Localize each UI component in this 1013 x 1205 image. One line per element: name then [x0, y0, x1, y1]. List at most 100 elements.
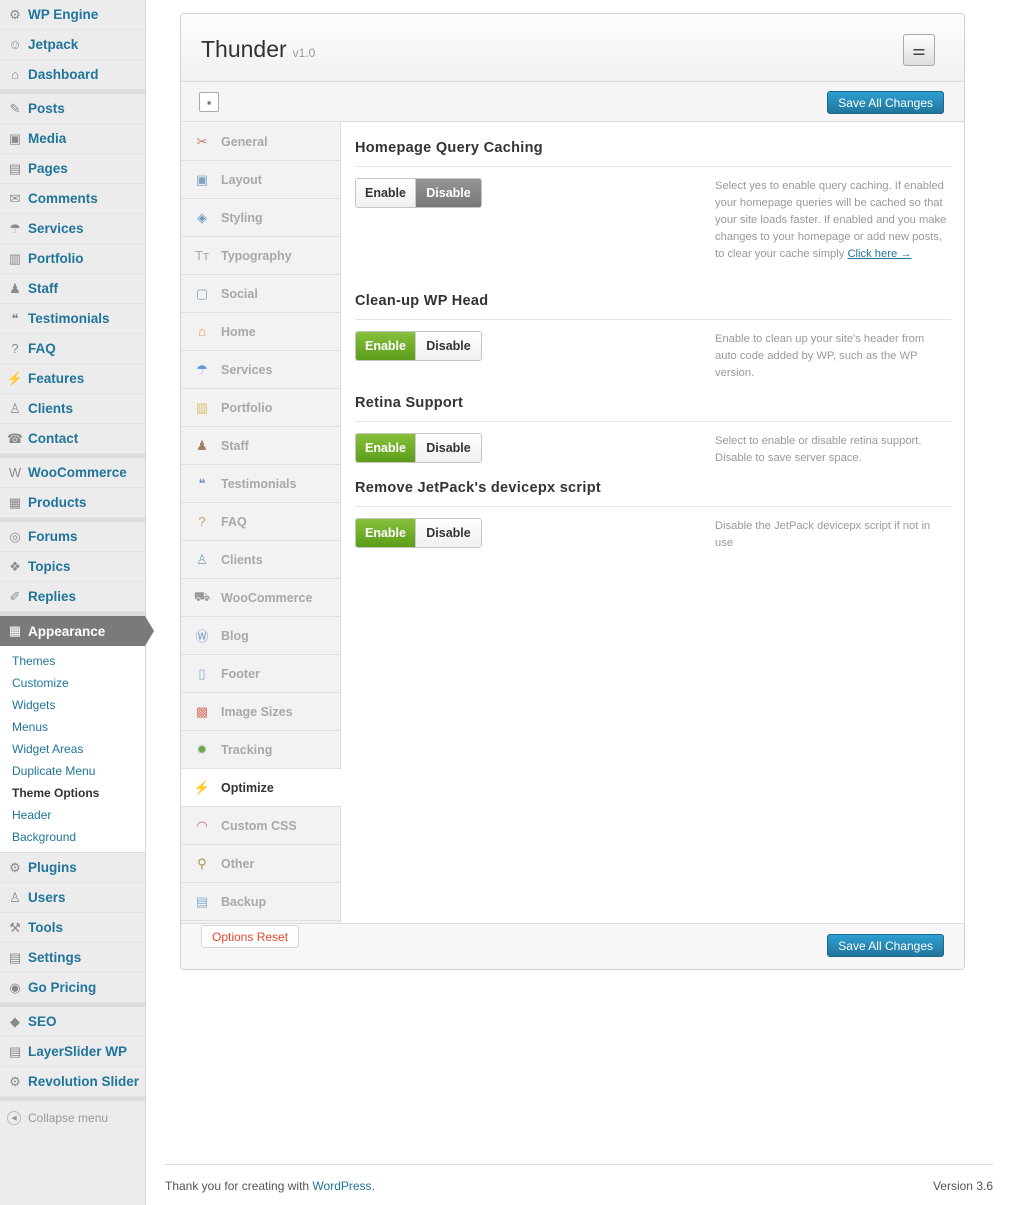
tab-styling[interactable]: ◈ Styling — [181, 199, 340, 237]
menu-item-services[interactable]: ☂ Services — [0, 214, 145, 244]
enable-disable-toggle[interactable]: Enable Disable — [355, 178, 482, 208]
tab-label: General — [221, 134, 268, 149]
tab-portfolio[interactable]: ▥ Portfolio — [181, 389, 340, 427]
disable-button[interactable]: Disable — [416, 434, 481, 462]
menu-item-seo[interactable]: ◆ SEO — [0, 1007, 145, 1037]
menu-item-revolution-slider[interactable]: ⚙ Revolution Slider — [0, 1067, 145, 1097]
tab-optimize[interactable]: ⚡ Optimize — [181, 769, 341, 807]
menu-item-testimonials[interactable]: ❝ Testimonials — [0, 304, 145, 334]
menu-item-portfolio[interactable]: ▥ Portfolio — [0, 244, 145, 274]
menu-item-pages[interactable]: ▤ Pages — [0, 154, 145, 184]
submenu-item-menus[interactable]: Menus — [0, 716, 145, 738]
tab-footer[interactable]: ▯ Footer — [181, 655, 340, 693]
services-icon: ☂ — [9, 220, 21, 236]
menu-item-comments[interactable]: ✉ Comments — [0, 184, 145, 214]
tab-backup[interactable]: ▤ Backup — [181, 883, 340, 921]
collapse-menu-label: Collapse menu — [28, 1111, 109, 1125]
menu-item-appearance[interactable]: ▦ Appearance — [0, 616, 154, 646]
menu-item-media[interactable]: ▣ Media — [0, 124, 145, 154]
enable-button[interactable]: Enable — [356, 519, 416, 547]
menu-item-layerslider-wp[interactable]: ▤ LayerSlider WP — [0, 1037, 145, 1067]
dashboard-icon: ⌂ — [11, 67, 19, 82]
tab-label: Typography — [221, 248, 292, 263]
submenu-item-duplicate-menu[interactable]: Duplicate Menu — [0, 760, 145, 782]
menu-item-posts[interactable]: ✎ Posts — [0, 94, 145, 124]
menu-item-replies[interactable]: ✐ Replies — [0, 582, 145, 612]
enable-disable-toggle[interactable]: Enable Disable — [355, 518, 482, 548]
save-all-changes-button[interactable]: Save All Changes — [827, 91, 944, 114]
tab-layout[interactable]: ▣ Layout — [181, 161, 340, 199]
tab-custom-css[interactable]: ◠ Custom CSS — [181, 807, 340, 845]
menu-item-users[interactable]: ♙ Users — [0, 883, 145, 913]
appearance-submenu: Themes Customize Widgets Menus Widget Areas D… — [0, 646, 145, 853]
disable-button[interactable]: Disable — [416, 519, 481, 547]
wp-version: Version 3.6 — [932, 1179, 993, 1193]
submenu-item-customize[interactable]: Customize — [0, 672, 145, 694]
menu-item-jetpack[interactable]: ☺ Jetpack — [0, 30, 145, 60]
collapse-menu-button[interactable]: ◀ Collapse menu — [0, 1101, 145, 1135]
tools-icon: ⚒ — [9, 919, 21, 935]
submenu-item-background[interactable]: Background — [0, 826, 145, 848]
submenu-item-widgets[interactable]: Widgets — [0, 694, 145, 716]
submenu-item-theme-options[interactable]: Theme Options — [0, 782, 145, 804]
enable-button[interactable]: Enable — [356, 179, 416, 207]
menu-item-dashboard[interactable]: ⌂ Dashboard — [0, 60, 145, 90]
menu-item-topics[interactable]: ❖ Topics — [0, 552, 145, 582]
menu-item-faq[interactable]: ? FAQ — [0, 334, 145, 364]
portfolio-icon: ▥ — [195, 399, 209, 415]
options-reset-button[interactable]: Options Reset — [201, 925, 300, 948]
tab-woocommerce[interactable]: ⛟ WooCommerce — [181, 579, 340, 617]
woocommerce-icon: ⛟ — [193, 588, 211, 604]
tab-tracking[interactable]: ✹ Tracking — [181, 731, 340, 769]
submenu-item-header[interactable]: Header — [0, 804, 145, 826]
theme-version: v1.0 — [292, 46, 316, 60]
seo-icon: ◆ — [10, 1013, 20, 1029]
tab-image-sizes[interactable]: ▩ Image Sizes — [181, 693, 340, 731]
tab-clients[interactable]: ♙ Clients — [181, 541, 340, 579]
menu-item-staff[interactable]: ♟ Staff — [0, 274, 145, 304]
tab-faq[interactable]: ? FAQ — [181, 503, 340, 541]
option-title: Retina Support — [355, 395, 951, 422]
tab-typography[interactable]: Tт Typography — [181, 237, 340, 275]
submenu-item-themes[interactable]: Themes — [0, 650, 145, 672]
enable-button[interactable]: Enable — [356, 332, 416, 360]
tab-other[interactable]: ⚲ Other — [181, 845, 340, 883]
menu-item-clients[interactable]: ♙ Clients — [0, 394, 145, 424]
other-icon: ⚲ — [197, 855, 207, 871]
menu-item-plugins[interactable]: ⚙ Plugins — [0, 853, 145, 883]
tab-services[interactable]: ☂ Services — [181, 351, 340, 389]
menu-item-go-pricing[interactable]: ◉ Go Pricing — [0, 973, 145, 1003]
options-tabs: ✂ General ▣ Layout ◈ Styling Tт Typography ▢ Soci… — [181, 123, 341, 923]
tab-label: Portfolio — [221, 400, 273, 415]
menu-group: ⚙ WP Engine ☺ Jetpack ⌂ Dashboard — [0, 0, 145, 94]
clear-cache-link[interactable]: Click here → — [847, 248, 911, 260]
menu-item-tools[interactable]: ⚒ Tools — [0, 913, 145, 943]
menu-item-forums[interactable]: ◎ Forums — [0, 522, 145, 552]
menu-group: W WooCommerce ▦ Products — [0, 458, 145, 522]
topics-icon: ❖ — [9, 558, 21, 574]
tab-blog[interactable]: Ⓦ Blog — [181, 617, 340, 655]
enable-disable-toggle[interactable]: Enable Disable — [355, 331, 482, 361]
tab-social[interactable]: ▢ Social — [181, 275, 340, 313]
enable-button[interactable]: Enable — [356, 434, 416, 462]
staff-icon: ♟ — [9, 280, 21, 296]
menu-item-wp-engine[interactable]: ⚙ WP Engine — [0, 0, 145, 30]
enable-disable-toggle[interactable]: Enable Disable — [355, 433, 482, 463]
image-sizes-icon: ▩ — [195, 703, 209, 719]
save-all-changes-button-bottom[interactable]: Save All Changes — [827, 934, 944, 957]
disable-button[interactable]: Disable — [416, 332, 481, 360]
expand-toggle-icon[interactable]: ▪ — [199, 92, 219, 112]
tab-testimonials[interactable]: ❝ Testimonials — [181, 465, 340, 503]
wordpress-link[interactable]: WordPress — [312, 1179, 371, 1193]
menu-item-woocommerce[interactable]: W WooCommerce — [0, 458, 145, 488]
menu-item-contact[interactable]: ☎ Contact — [0, 424, 145, 454]
tab-staff[interactable]: ♟ Staff — [181, 427, 340, 465]
tab-general[interactable]: ✂ General — [181, 123, 340, 161]
submenu-item-widget-areas[interactable]: Widget Areas — [0, 738, 145, 760]
menu-item-settings[interactable]: ▤ Settings — [0, 943, 145, 973]
menu-item-features[interactable]: ⚡ Features — [0, 364, 145, 394]
tab-home[interactable]: ⌂ Home — [181, 313, 340, 351]
disable-button[interactable]: Disable — [416, 179, 481, 207]
menu-item-products[interactable]: ▦ Products — [0, 488, 145, 518]
clients-icon: ♙ — [196, 551, 208, 567]
